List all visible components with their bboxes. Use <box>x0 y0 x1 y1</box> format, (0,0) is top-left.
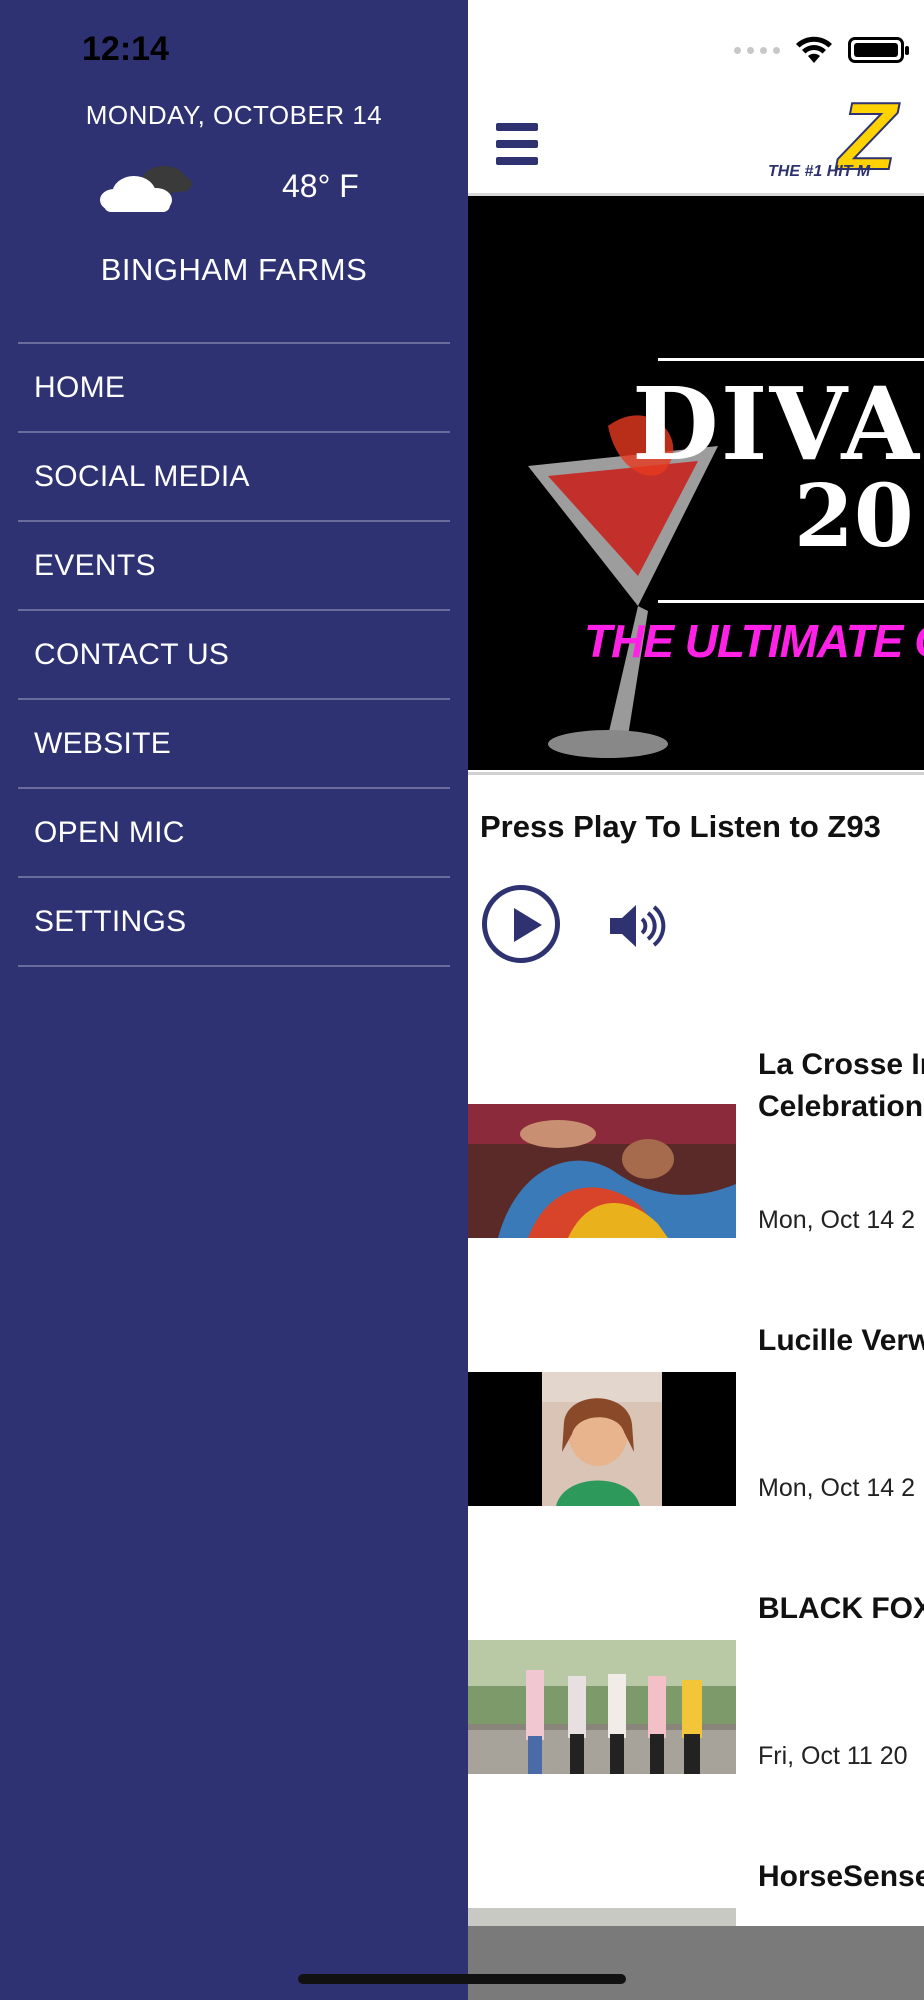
wifi-icon <box>796 36 832 63</box>
news-thumbnail <box>468 1640 736 1774</box>
logo-tagline: THE #1 HIT M <box>768 163 871 180</box>
signal-icon <box>734 46 780 54</box>
news-title: La Crosse In Celebration <box>758 1048 924 1123</box>
drawer-temperature: 48° F <box>282 168 359 204</box>
banner-divider-top <box>658 358 924 361</box>
player-title: Press Play To Listen to Z93 <box>480 809 881 844</box>
news-date: Mon, Oct 14 2 <box>758 1474 916 1502</box>
banner-headline: DIVA <box>632 365 921 483</box>
menu-item-contact-us[interactable]: CONTACT US <box>18 611 450 700</box>
cloudy-icon <box>100 166 192 212</box>
menu-item-open-mic[interactable]: OPEN MIC <box>18 789 450 878</box>
news-title: HorseSense <box>758 1860 924 1893</box>
news-title: BLACK FOX <box>758 1592 924 1625</box>
news-item[interactable]: HorseSense <box>468 1840 924 1928</box>
bottom-mini-bar <box>468 1926 924 2000</box>
play-button[interactable] <box>482 885 560 963</box>
promo-banner[interactable]: DIVA 20 THE ULTIMATE G <box>468 196 924 770</box>
side-drawer: 12:14 MONDAY, OCTOBER 14 48° F BINGHAM F… <box>0 0 468 2000</box>
news-thumbnail <box>468 1104 736 1238</box>
radio-player: Press Play To Listen to Z93 <box>468 772 924 1040</box>
news-title: Lucille Verw <box>758 1324 924 1357</box>
banner-divider-bottom <box>658 600 924 603</box>
drawer-date: MONDAY, OCTOBER 14 <box>85 100 383 130</box>
battery-icon <box>848 37 909 63</box>
banner-subtitle: THE ULTIMATE G <box>584 615 924 667</box>
news-item[interactable]: La Crosse In Celebration Mon, Oct 14 2 <box>468 1036 924 1306</box>
app-header: Z THE #1 HIT M <box>468 88 924 196</box>
menu-item-social-media[interactable]: SOCIAL MEDIA <box>18 433 450 522</box>
news-date: Mon, Oct 14 2 <box>758 1206 916 1234</box>
menu-item-events[interactable]: EVENTS <box>18 522 450 611</box>
menu-item-home[interactable]: HOME <box>18 344 450 433</box>
banner-year: 20 <box>794 466 914 567</box>
drawer-location: BINGHAM FARMS <box>100 252 368 287</box>
news-thumbnail <box>468 1372 736 1506</box>
main-content: Z THE #1 HIT M DIVA 20 THE ULTIMATE G Pr… <box>468 0 924 2000</box>
news-item[interactable]: BLACK FOX Fri, Oct 11 20 <box>468 1572 924 1842</box>
hamburger-menu-icon[interactable] <box>496 123 538 165</box>
station-logo: Z THE #1 HIT M <box>768 88 924 186</box>
drawer-menu: HOME SOCIAL MEDIA EVENTS CONTACT US WEBS… <box>18 342 450 967</box>
news-thumbnail <box>468 1908 736 1928</box>
volume-icon[interactable] <box>608 901 668 951</box>
status-icons <box>734 30 909 70</box>
menu-item-website[interactable]: WEBSITE <box>18 700 450 789</box>
home-indicator[interactable] <box>298 1974 626 1984</box>
news-date: Fri, Oct 11 20 <box>758 1742 908 1770</box>
news-item[interactable]: Lucille Verw Mon, Oct 14 2 <box>468 1304 924 1574</box>
status-time: 12:14 <box>82 30 169 68</box>
menu-item-settings[interactable]: SETTINGS <box>18 878 450 967</box>
